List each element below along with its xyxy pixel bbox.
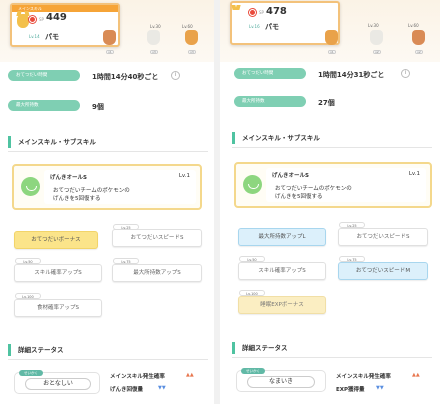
ingredient-1-icon <box>325 30 338 45</box>
subskill-1[interactable]: 最大所持数アップL <box>238 228 326 246</box>
ingredient-3-count: x3 <box>188 50 196 54</box>
sp-ball-icon <box>249 9 256 16</box>
subskill-4-level-tag: Lv.75 <box>113 258 139 264</box>
nature-up-effect: メインスキル発生確率 <box>336 374 391 380</box>
max-carry-value: 9個 <box>92 103 104 111</box>
ingredient-1-count: x1 <box>106 50 114 54</box>
skill-desc-line1: おてつだいチームのポケモンの <box>53 188 130 194</box>
subskill-4-level-tag: Lv.75 <box>339 256 365 262</box>
left-panel: メインスキル SP 449 Lv.14 パモ x1 Lv.30 x3 Lv.60… <box>0 0 214 404</box>
ingredient-1-icon <box>103 30 116 45</box>
ingredient-3-icon <box>412 30 425 45</box>
divider <box>232 357 432 358</box>
subskill-1[interactable]: おてつだいボーナス <box>14 231 98 249</box>
divider <box>8 359 208 360</box>
sp-ball-icon <box>29 16 36 23</box>
nature-tag: せいかく <box>241 368 265 374</box>
skill-level: Lv.1 <box>408 171 420 177</box>
pokemon-icon <box>17 14 29 28</box>
skill-desc-line2: げんきを5回復する <box>275 194 323 200</box>
nature-box[interactable]: せいかく なまいき <box>236 368 326 392</box>
down-arrows-icon: ▼▼ <box>158 385 166 391</box>
smile-icon <box>243 175 262 194</box>
divider <box>232 147 432 148</box>
info-icon[interactable]: i <box>171 71 180 80</box>
help-time-value: 1時間14分40秒ごと <box>92 73 159 81</box>
detail-section-title: 詳細ステータス <box>232 342 288 354</box>
main-skill-card: げんきオールS Lv.1 おてつだいチームのポケモンの げんきを5回復する <box>234 162 432 208</box>
max-carry-label: 最大所持数 <box>234 96 306 107</box>
subskill-2[interactable]: おてつだいスピードS <box>338 228 428 246</box>
subskill-2[interactable]: おてつだいスピードS <box>112 229 202 247</box>
help-time-label: おてつだい時間 <box>234 68 306 79</box>
subskill-4[interactable]: おてつだいスピードM <box>338 262 428 280</box>
nature-box[interactable]: せいかく おとなしい <box>14 370 100 394</box>
subskill-4[interactable]: 最大所持数アップS <box>112 264 202 282</box>
ingredient-3-icon <box>185 30 198 45</box>
subskill-2-level-tag: Lv.25 <box>339 222 365 228</box>
up-arrows-icon: ▲▲ <box>186 372 194 378</box>
help-time-label: おてつだい時間 <box>8 70 80 81</box>
sp-label: SP <box>259 10 264 15</box>
ingredient-2-count: x2 <box>373 50 381 54</box>
nature-down-effect: EXP獲得量 <box>336 387 365 393</box>
ingredient-2-count: x3 <box>150 50 158 54</box>
up-arrows-icon: ▲▲ <box>412 372 420 378</box>
detail-section-title: 詳細ステータス <box>8 344 64 356</box>
subskill-5-level-tag: Lv.100 <box>239 290 265 296</box>
skill-name: げんきオールS <box>272 173 309 179</box>
ingredient-2-icon <box>370 30 383 45</box>
ingredient-2-level: Lv.30 <box>368 23 379 28</box>
nature-tag: せいかく <box>19 370 43 376</box>
ingredient-3-level: Lv.60 <box>408 23 419 28</box>
divider <box>8 151 208 152</box>
subskill-5-level-tag: Lv.100 <box>15 293 41 299</box>
main-skill-card: げんきオールS Lv.1 おてつだいチームのポケモンの げんきを5回復する <box>12 164 202 210</box>
skill-name: げんきオールS <box>50 175 87 181</box>
skill-desc-line2: げんきを5回復する <box>53 196 101 202</box>
subskill-3[interactable]: スキル確率アップS <box>238 262 326 280</box>
subskill-3-level-tag: Lv.50 <box>239 256 265 262</box>
skill-level: Lv.1 <box>178 173 190 179</box>
nature-name: おとなしい <box>25 378 91 390</box>
skill-desc-line1: おてつだいチームのポケモンの <box>275 186 352 192</box>
max-carry-label: 最大所持数 <box>8 100 80 111</box>
pokemon-name: パモ <box>45 33 59 41</box>
subskill-3-level-tag: Lv.50 <box>15 258 41 264</box>
skill-section-title: メインスキル・サブスキル <box>232 132 320 144</box>
sp-value: 478 <box>266 6 287 17</box>
subskill-5[interactable]: 睡眠EXPボーナス <box>238 296 326 314</box>
max-carry-value: 27個 <box>318 99 335 107</box>
subskill-5[interactable]: 食材確率アップS <box>14 299 102 317</box>
ingredient-3-level: Lv.60 <box>182 24 193 29</box>
right-panel: SP 478 Lv.16 パモ x1 Lv.30 x2 Lv.60 x2 おてつ… <box>220 0 440 404</box>
down-arrows-icon: ▼▼ <box>376 385 384 391</box>
ingredient-2-icon <box>147 30 160 45</box>
pokemon-name: パモ <box>265 23 279 31</box>
ingredient-2-level: Lv.30 <box>150 24 161 29</box>
pokemon-level: Lv.16 <box>249 24 260 29</box>
smile-icon <box>21 177 40 196</box>
ingredient-3-count: x2 <box>415 50 423 54</box>
nature-name: なまいき <box>247 376 315 388</box>
sp-label: SP <box>39 17 44 22</box>
pokemon-card[interactable]: SP 478 Lv.16 パモ <box>230 1 340 45</box>
info-icon[interactable]: i <box>401 69 410 78</box>
pokemon-level: Lv.14 <box>29 34 40 39</box>
nature-up-effect: メインスキル発生確率 <box>110 374 165 380</box>
skill-section-title: メインスキル・サブスキル <box>8 136 96 148</box>
subskill-2-level-tag: Lv.25 <box>113 224 139 230</box>
ingredient-1-count: x1 <box>328 50 336 54</box>
subskill-3[interactable]: スキル確率アップS <box>14 264 102 282</box>
help-time-value: 1時間14分31秒ごと <box>318 71 385 79</box>
sp-value: 449 <box>46 12 67 23</box>
nature-down-effect: げんき回復量 <box>110 387 144 393</box>
